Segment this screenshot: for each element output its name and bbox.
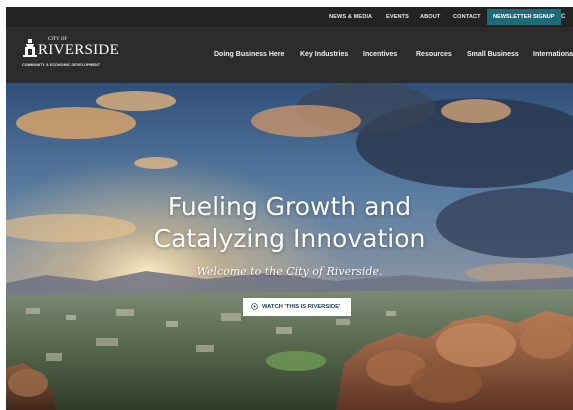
nav-resources[interactable]: Resources xyxy=(416,47,452,63)
hero-banner: Fueling Growth and Catalyzing Innovation… xyxy=(6,83,573,410)
play-circle-icon xyxy=(251,303,258,310)
utility-link-events[interactable]: EVENTS xyxy=(386,7,409,27)
watch-video-label: WATCH 'THIS IS RIVERSIDE' xyxy=(262,304,341,310)
utility-nav: NEWS & MEDIA EVENTS ABOUT CONTACT NEWSLE… xyxy=(6,7,573,27)
logo-wordmark: RIVERSIDE xyxy=(38,42,120,58)
nav-key-industries[interactable]: Key Industries xyxy=(300,47,348,63)
hero-headline-line-2: Catalyzing Innovation xyxy=(153,224,426,253)
nav-incentives[interactable]: Incentives xyxy=(363,47,397,63)
site-logo[interactable]: CITY OF RIVERSIDE COMMUNITY & ECONOMIC D… xyxy=(20,36,120,76)
hero-headline-line-1: Fueling Growth and xyxy=(167,192,412,221)
utility-link-about[interactable]: ABOUT xyxy=(420,7,440,27)
hero-tagline: Welcome to the City of Riverside. xyxy=(196,265,383,278)
utility-link-news-media[interactable]: NEWS & MEDIA xyxy=(329,7,372,27)
utility-link-contact[interactable]: CONTACT xyxy=(453,7,481,27)
newsletter-signup-button[interactable]: NEWSLETTER SIGNUP xyxy=(487,9,561,25)
nav-international[interactable]: International xyxy=(533,47,573,63)
browser-viewport: NEWS & MEDIA EVENTS ABOUT CONTACT NEWSLE… xyxy=(6,7,573,410)
site-header: CITY OF RIVERSIDE COMMUNITY & ECONOMIC D… xyxy=(6,27,573,83)
watch-video-button[interactable]: WATCH 'THIS IS RIVERSIDE' xyxy=(243,298,351,316)
tower-icon xyxy=(23,39,37,57)
logo-subtitle: COMMUNITY & ECONOMIC DEVELOPMENT xyxy=(22,63,101,67)
nav-small-business[interactable]: Small Business xyxy=(467,47,519,63)
utility-overflow-glyph: C xyxy=(561,14,566,20)
nav-doing-business-here[interactable]: Doing Business Here xyxy=(214,47,284,63)
